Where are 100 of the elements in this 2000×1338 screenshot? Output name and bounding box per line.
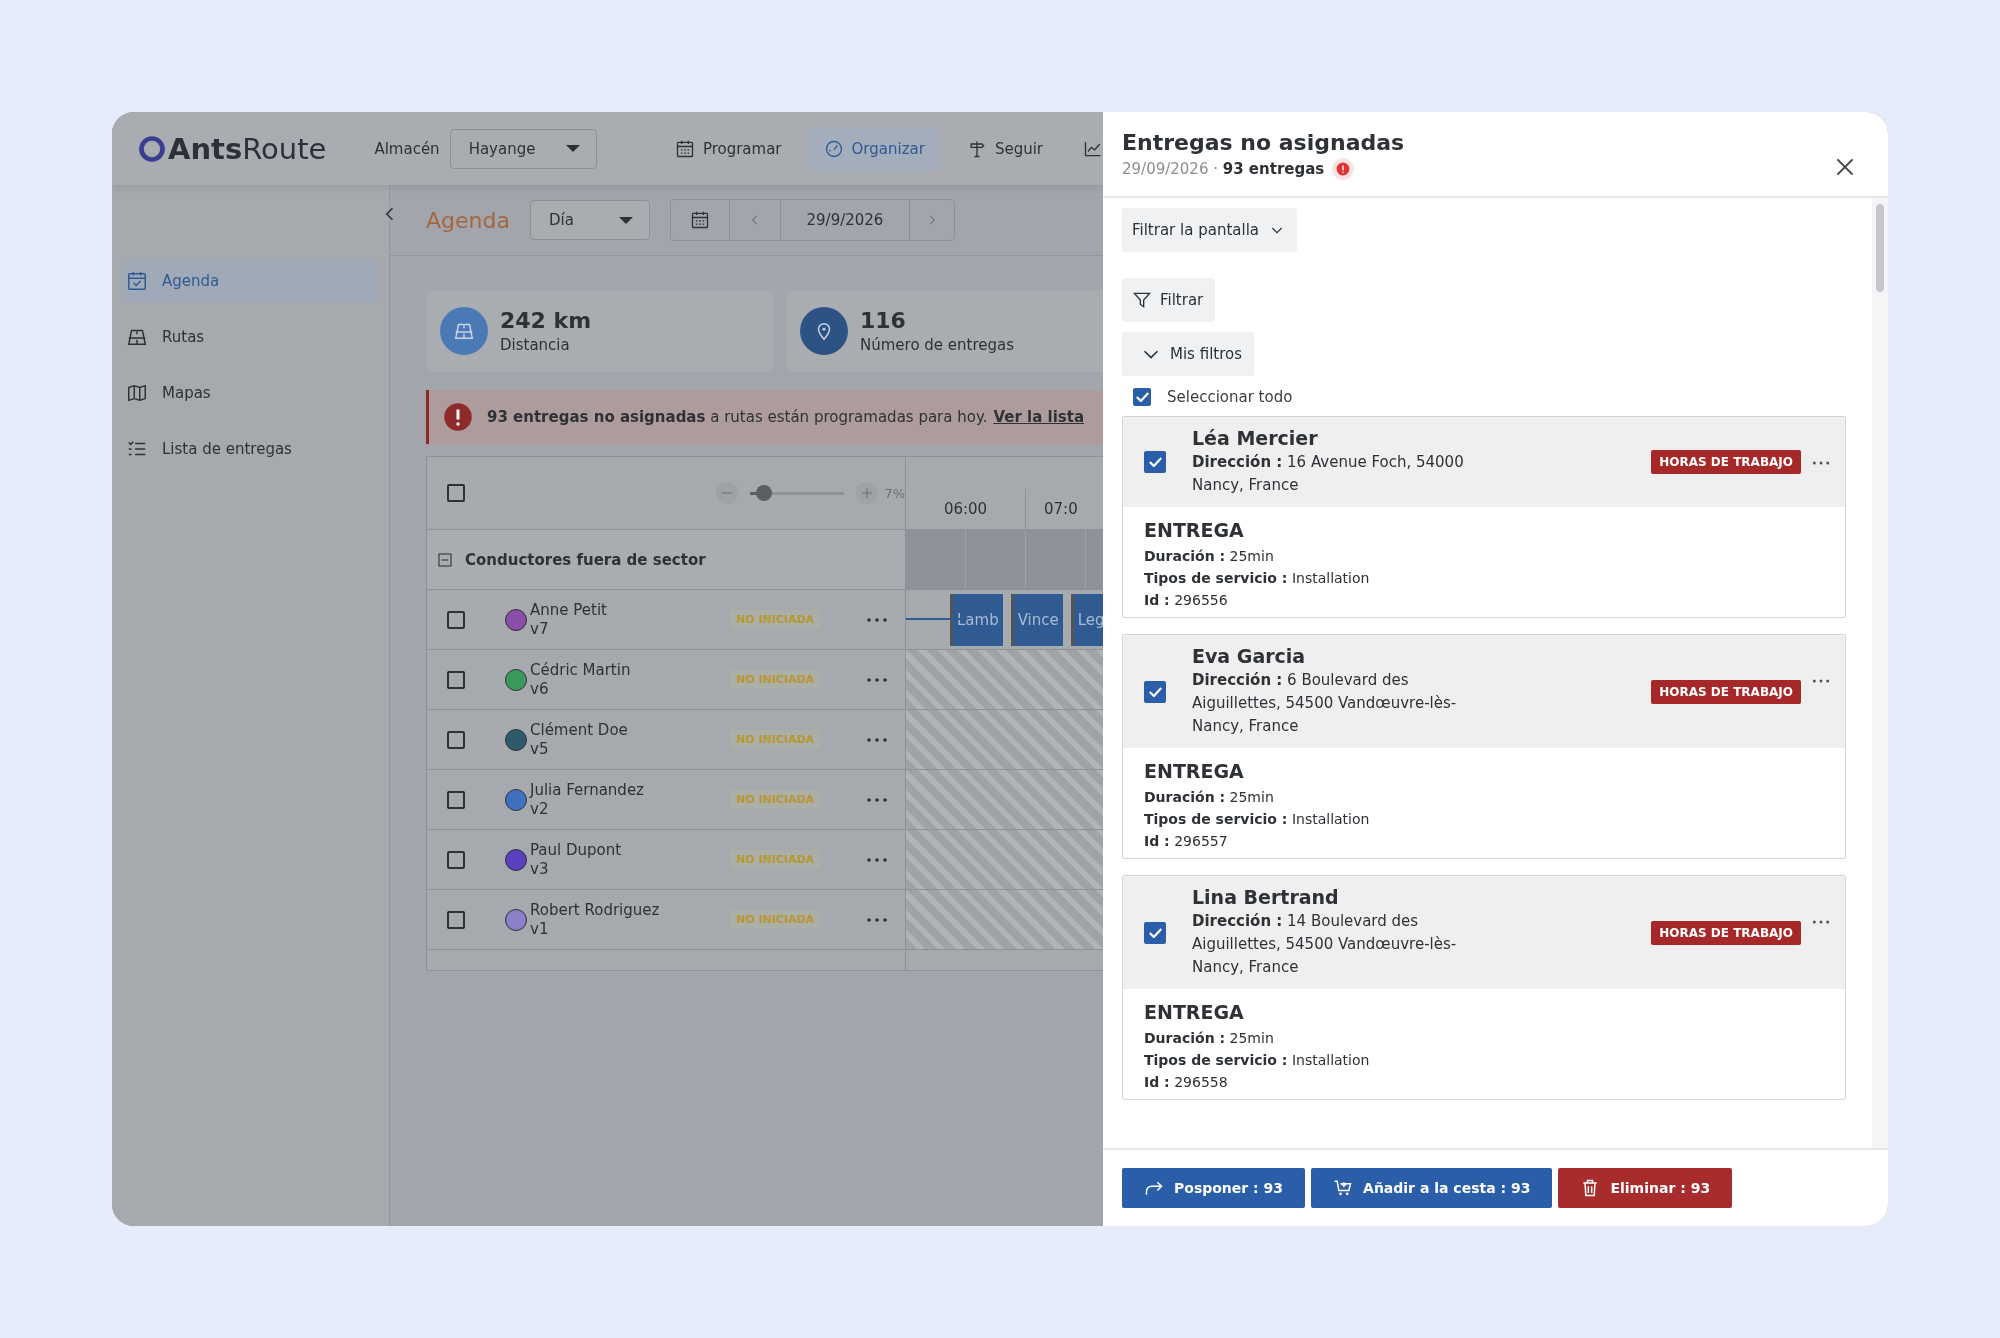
sidebar-item[interactable]: Rutas [122, 316, 379, 358]
ring-icon [138, 134, 166, 163]
status-badge: NO INICIADA [730, 610, 821, 629]
alert-icon [443, 402, 473, 432]
checkbox[interactable] [1133, 388, 1151, 406]
check-icon [1148, 457, 1162, 467]
vehicle-label: v2 [530, 799, 550, 819]
check-icon [1135, 392, 1149, 402]
calendar-icon [126, 270, 148, 292]
detail-line: Tipos de servicio : Installation [1144, 810, 1371, 829]
checkbox[interactable] [1144, 680, 1166, 703]
alert-icon [1336, 162, 1351, 176]
panel-title: Entregas no asignadas [1122, 130, 1405, 155]
customer-name: Eva Garcia [1192, 645, 1307, 667]
stat-value: 242 km [500, 308, 592, 333]
link[interactable]: Ver la lista [993, 408, 1084, 426]
sidebar-item[interactable]: Agenda [122, 260, 379, 302]
nav-tab[interactable]: Seguir [950, 126, 1059, 171]
screen-filter-dropdown[interactable]: Filtrar la pantalla [1122, 208, 1297, 252]
vehicle-label: v3 [530, 859, 550, 879]
vehicle-label: v7 [530, 619, 550, 639]
filter-button[interactable]: Filtrar [1122, 278, 1216, 322]
zoom-reading: 7% [884, 485, 905, 501]
add-to-basket-button[interactable]: Añadir a la cesta : 93 [1311, 1168, 1553, 1208]
driver-name: Cédric Martin [530, 660, 632, 680]
checkbox[interactable] [1144, 921, 1166, 944]
checkbox[interactable] [447, 790, 465, 809]
checkbox[interactable] [447, 910, 465, 929]
detail-line: Tipos de servicio : Installation [1144, 1051, 1371, 1070]
checkbox[interactable] [447, 484, 465, 502]
checkbox-label: Seleccionar todo [1167, 388, 1293, 406]
check-icon [1148, 686, 1162, 697]
customer-name: Lina Bertrand [1192, 886, 1340, 908]
sidebar-item[interactable]: Lista de entregas [122, 428, 379, 470]
status-badge: NO INICIADA [730, 790, 821, 809]
delete-button[interactable]: Eliminar : 93 [1558, 1168, 1733, 1208]
nav-tab[interactable]: Programar [658, 126, 798, 171]
alert-text: 93 entregas no asignadas a rutas están programadas para hoy. [487, 408, 988, 426]
logo-text: AntsRoute [168, 131, 327, 166]
address-text: Dirección : 14 Boulevard des Aiguillettes, 54500 Vandœuvre-lès-Nancy, France [1192, 911, 1458, 978]
status-badge: NO INICIADA [730, 670, 821, 689]
nav-tab[interactable]: Organizar [807, 126, 941, 171]
delivery-type: ENTREGA [1144, 1001, 1245, 1023]
status-badge: NO INICIADA [730, 730, 821, 749]
detail-line: Id : 296558 [1144, 1073, 1229, 1092]
vehicle-label: v1 [530, 919, 550, 939]
driver-name: Clément Doe [530, 720, 629, 740]
my-filters-button[interactable]: Mis filtros [1122, 332, 1255, 376]
detail-line: Duración : 25min [1144, 1029, 1275, 1048]
driver-name: Paul Dupont [530, 840, 623, 860]
customer-name: Léa Mercier [1192, 427, 1319, 449]
stat-label: Número de entregas [860, 336, 1015, 354]
address-text: Dirección : 6 Boulevard des Aiguillettes, 54500 Vandœuvre-lès-Nancy, France [1192, 670, 1458, 737]
delivery-type: ENTREGA [1144, 760, 1245, 782]
warehouse-dropdown[interactable]: Hayange [449, 128, 597, 169]
detail-line: Id : 296557 [1144, 832, 1229, 851]
stat-value: 116 [860, 308, 907, 333]
delivery-block[interactable]: Leg [1070, 593, 1103, 646]
slider-thumb[interactable] [755, 485, 772, 501]
checkbox[interactable] [447, 730, 465, 749]
panel-subtitle: 29/09/2026 · 93 entregas [1122, 160, 1325, 178]
driver-name: Julia Fernandez [530, 780, 645, 800]
checkbox[interactable] [447, 670, 465, 689]
check-icon [1148, 927, 1162, 938]
address-text: Dirección : 16 Avenue Foch, 54000 Nancy, France [1192, 452, 1465, 496]
hour-label: 07:0 [1043, 499, 1079, 520]
warehouse-label: Almacén [374, 139, 440, 158]
view-dropdown[interactable]: Día [529, 200, 650, 240]
gauge-icon [823, 138, 844, 159]
postpone-button[interactable]: Posponer : 93 [1122, 1168, 1306, 1208]
tag: HORAS DE TRABAJO [1651, 920, 1801, 945]
scrollbar[interactable] [1872, 198, 1888, 1148]
delivery-block[interactable]: Vince [1010, 593, 1063, 646]
status-badge: NO INICIADA [730, 850, 821, 869]
checkbox[interactable] [447, 850, 465, 869]
cart-icon [1333, 1178, 1354, 1198]
map-icon [126, 382, 148, 404]
detail-line: Id : 296556 [1144, 591, 1229, 610]
tag: HORAS DE TRABAJO [1651, 679, 1801, 704]
detail-line: Duración : 25min [1144, 547, 1275, 566]
caret-icon [618, 216, 633, 224]
vehicle-label: v6 [530, 679, 550, 699]
hour-label: 06:00 [906, 489, 1026, 529]
checkbox[interactable] [1144, 451, 1166, 473]
vehicle-label: v5 [530, 739, 550, 759]
calendar-icon [689, 210, 710, 230]
driver-name: Robert Rodriguez [530, 900, 661, 920]
status-badge: NO INICIADA [730, 910, 821, 929]
stat-label: Distancia [500, 336, 571, 354]
detail-line: Duración : 25min [1144, 788, 1275, 807]
page-title: Agenda [426, 207, 510, 233]
filter-icon [1132, 290, 1152, 310]
delivery-block[interactable]: Lamb [950, 593, 1003, 646]
group-title: Conductores fuera de sector [465, 550, 706, 569]
scrollbar-thumb[interactable] [1876, 204, 1884, 292]
detail-line: Tipos de servicio : Installation [1144, 569, 1371, 588]
delivery-type: ENTREGA [1144, 519, 1245, 541]
checkbox[interactable] [447, 610, 465, 629]
sidebar-item[interactable]: Mapas [122, 372, 379, 414]
tag: HORAS DE TRABAJO [1651, 450, 1801, 474]
